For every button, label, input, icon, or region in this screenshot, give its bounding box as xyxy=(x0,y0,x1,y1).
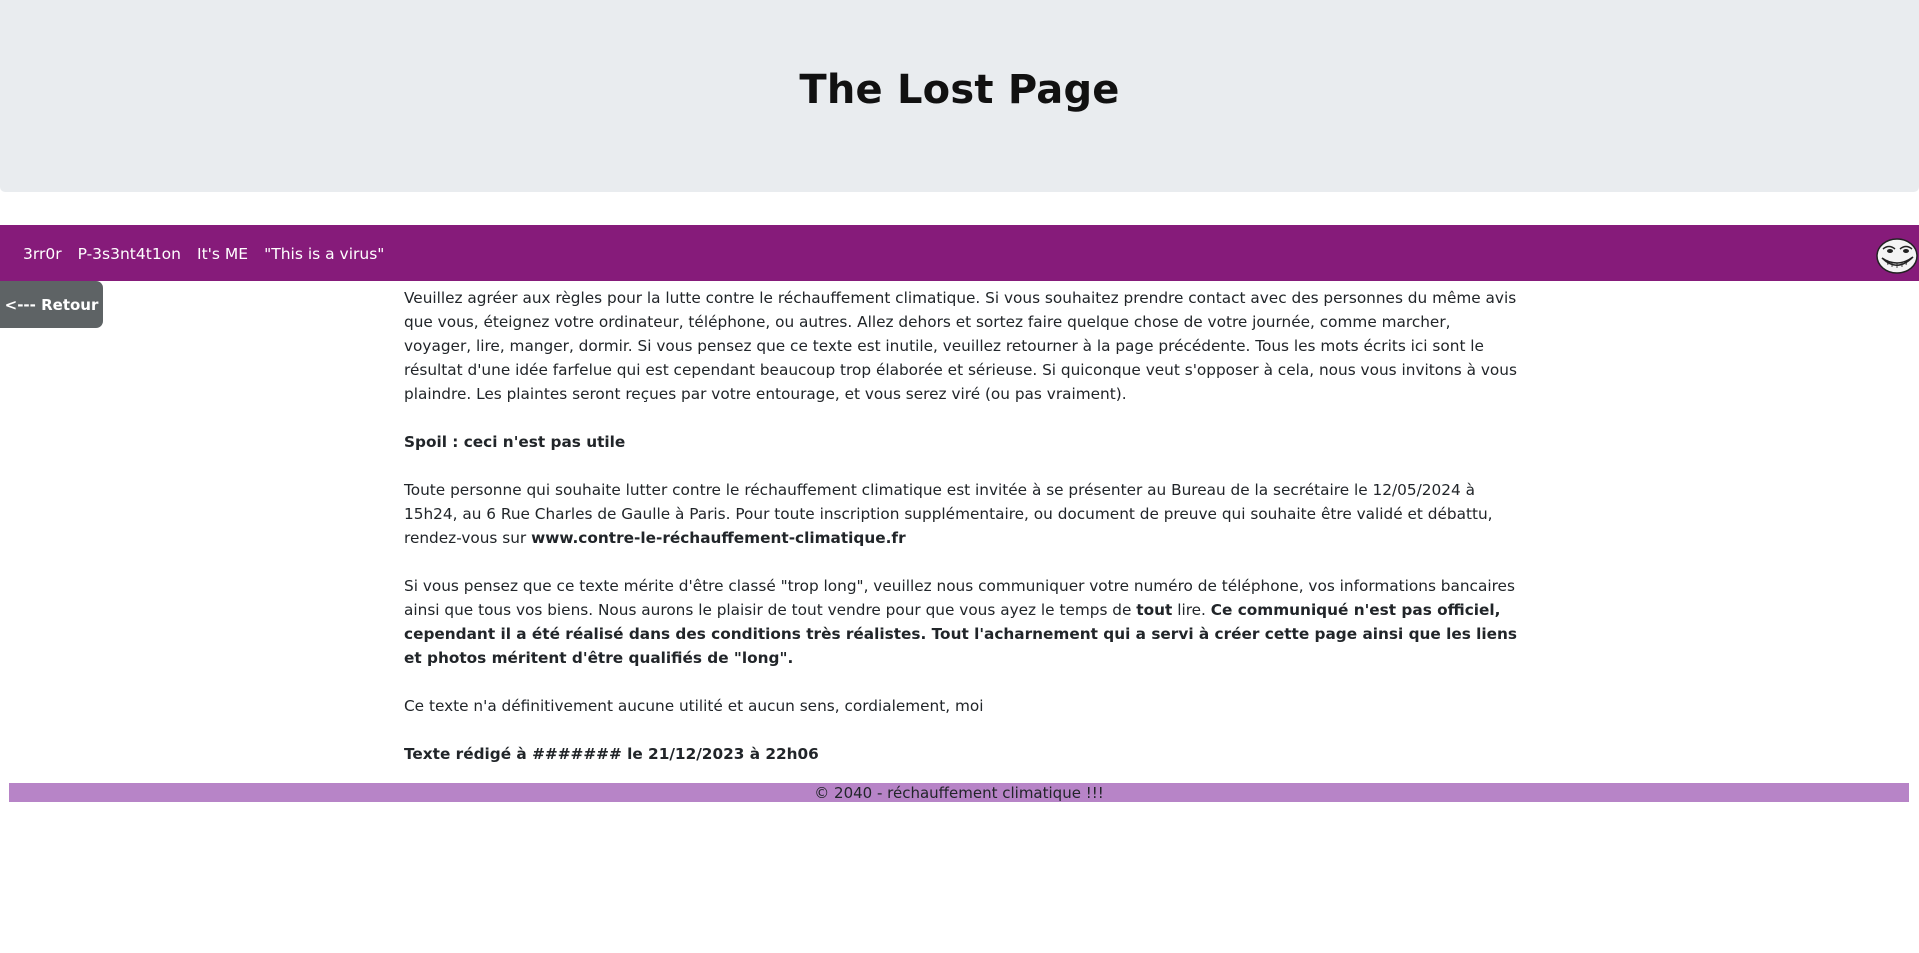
back-button[interactable]: <--- Retour xyxy=(0,281,103,328)
nav-link-presentation[interactable]: P-3s3nt4t1on xyxy=(78,245,181,263)
long-text-bold1: tout xyxy=(1136,601,1173,619)
nav-link-its-me[interactable]: It's ME xyxy=(197,245,248,263)
nav-link-error[interactable]: 3rr0r xyxy=(23,245,62,263)
website-link[interactable]: www.contre-le-réchauffement-climatique.f… xyxy=(531,529,906,547)
signature-paragraph: Texte rédigé à ####### le 21/12/2023 à 2… xyxy=(404,742,1518,766)
nav-link-virus[interactable]: "This is a virus" xyxy=(264,245,384,263)
main-content: Veuillez agréer aux règles pour la lutte… xyxy=(404,286,1518,790)
troll-face-icon[interactable] xyxy=(1875,237,1919,275)
nav-links: 3rr0r P-3s3nt4t1on It's ME "This is a vi… xyxy=(23,245,400,263)
long-text-paragraph: Si vous pensez que ce texte mérite d'êtr… xyxy=(404,574,1518,670)
invitation-paragraph: Toute personne qui souhaite lutter contr… xyxy=(404,478,1518,550)
signature-text: Texte rédigé à ####### le 21/12/2023 à 2… xyxy=(404,745,819,763)
footer-text: © 2040 - réchauffement climatique !!! xyxy=(814,783,1104,802)
page-title: The Lost Page xyxy=(799,67,1120,113)
long-text-part2: lire. xyxy=(1172,601,1211,619)
page-header: The Lost Page xyxy=(0,0,1919,192)
intro-paragraph: Veuillez agréer aux règles pour la lutte… xyxy=(404,289,1517,403)
page-footer: © 2040 - réchauffement climatique !!! xyxy=(9,783,1909,802)
spoil-paragraph: Spoil : ceci n'est pas utile xyxy=(404,430,1518,454)
navbar: 3rr0r P-3s3nt4t1on It's ME "This is a vi… xyxy=(0,225,1919,281)
spoil-text: Spoil : ceci n'est pas utile xyxy=(404,433,626,451)
closing-paragraph: Ce texte n'a définitivement aucune utili… xyxy=(404,697,984,715)
